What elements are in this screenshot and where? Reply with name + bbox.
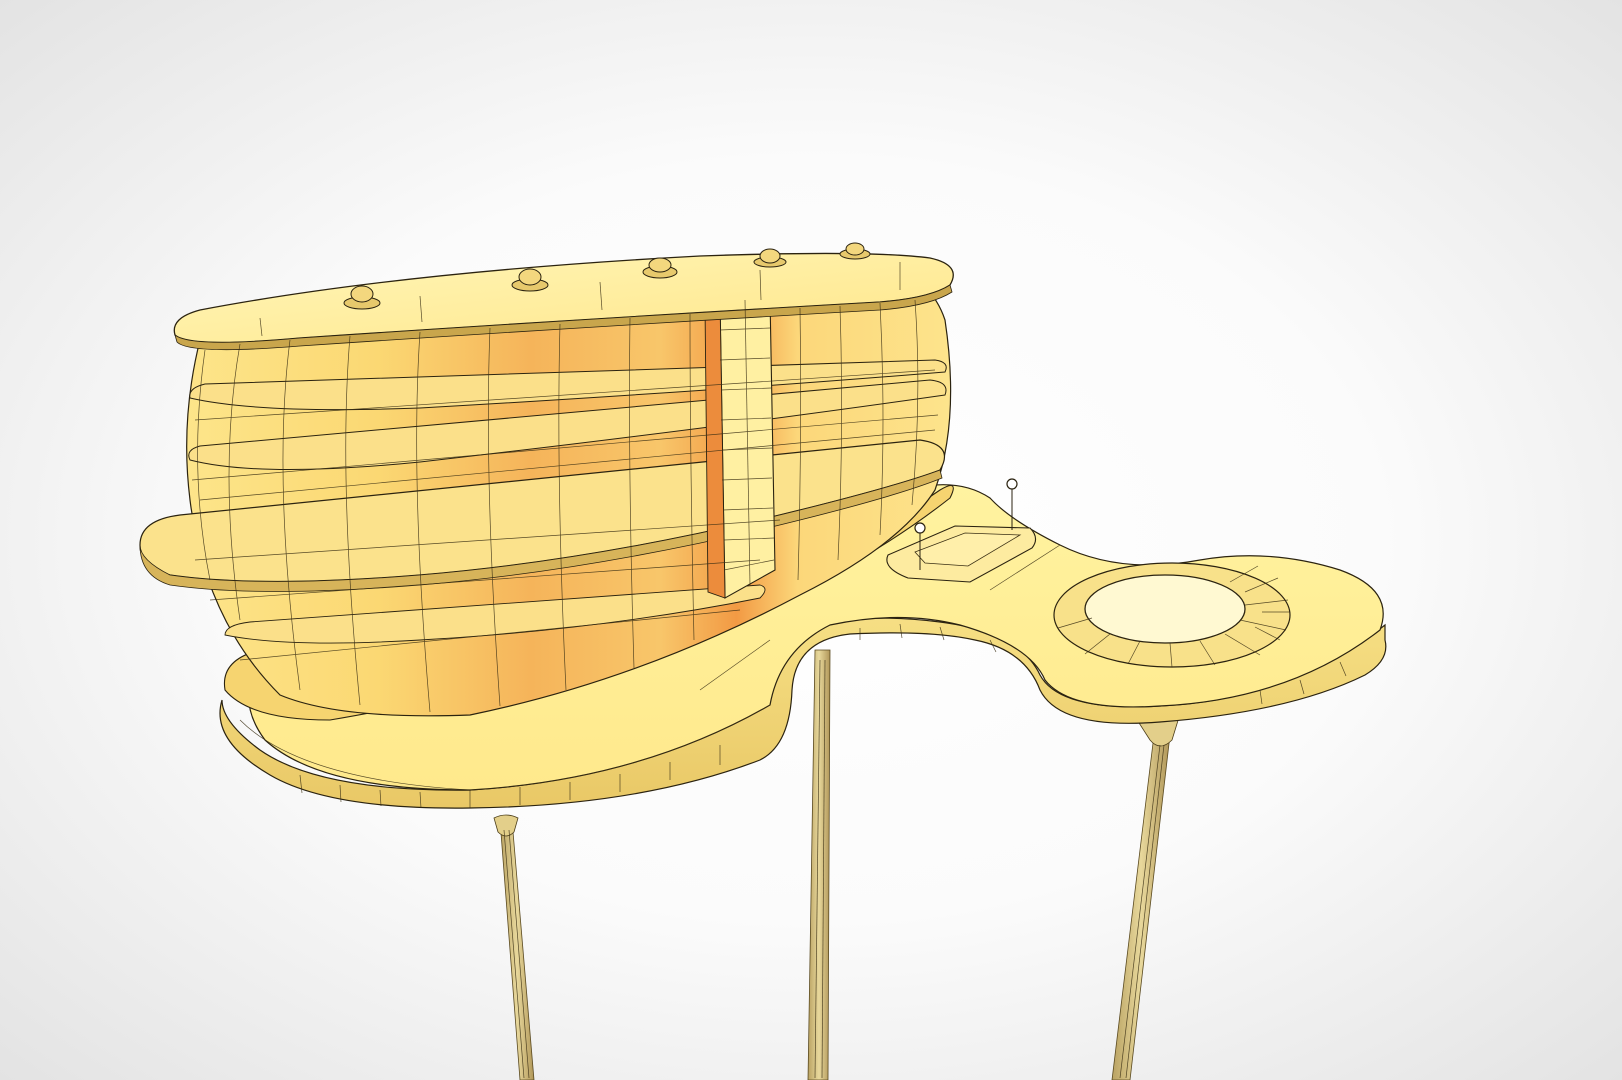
shelf-knob[interactable] [753,248,787,268]
curved-shelving-unit[interactable] [139,242,954,721]
3d-viewport[interactable] [0,0,1622,1080]
round-cutout-hole[interactable] [1084,574,1246,644]
shelf-knob[interactable] [839,242,871,260]
leg-left[interactable] [499,819,535,1080]
cable-post-icon [914,522,926,534]
3d-scene[interactable] [0,0,1622,1080]
leg-right[interactable] [1111,734,1171,1080]
leg-left-flare [493,814,519,837]
cable-post-icon [1006,478,1018,490]
